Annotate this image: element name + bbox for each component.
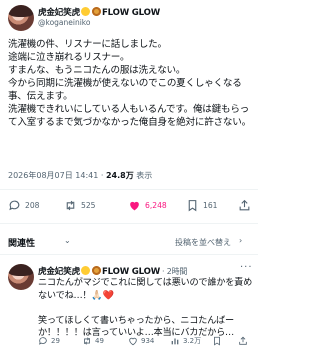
post-text: 洗濯機の件、リスナーに話しました。 途端に泣き崩れるリスナー。 すまんな、もうニ… bbox=[8, 39, 251, 128]
reply-share-button[interactable] bbox=[238, 335, 251, 347]
avatar[interactable] bbox=[8, 5, 34, 31]
reply-time[interactable]: · 2時間 bbox=[162, 267, 187, 276]
reply-button[interactable]: 208 bbox=[8, 197, 40, 213]
reply-like-button[interactable]: 934 bbox=[128, 335, 154, 347]
bookmark-button[interactable]: 161 bbox=[186, 197, 218, 213]
reply-count: 208 bbox=[25, 200, 40, 210]
reply-actions: 29 49 934 3.2万 bbox=[0, 335, 258, 347]
reply-text: ニコたんがマジでこれに関しては悪いので誰かを責めないでね…！🙏🏻❤️ 笑ってほし… bbox=[38, 277, 253, 338]
bookmark-icon bbox=[214, 336, 220, 346]
reply-like-count: 934 bbox=[141, 337, 155, 345]
reply-repost-button[interactable]: 49 bbox=[82, 335, 104, 347]
repost-count: 525 bbox=[81, 200, 96, 210]
bookmark-count: 161 bbox=[203, 200, 218, 210]
reply-reply-button[interactable]: 29 bbox=[38, 335, 60, 347]
reply-display-name-suffix: FLOW GLOW bbox=[101, 267, 161, 277]
reply-icon bbox=[39, 337, 47, 345]
display-name[interactable]: 虎金妃笑虎 FLOW GLOW bbox=[38, 6, 160, 18]
share-icon bbox=[239, 199, 250, 210]
reply-bookmark-button[interactable] bbox=[212, 335, 225, 347]
view-count: 24.8万 bbox=[105, 171, 134, 180]
view-label: 表示 bbox=[136, 171, 153, 180]
repost-icon bbox=[84, 337, 90, 345]
reply-views-button[interactable]: 3.2万 bbox=[170, 335, 201, 347]
repost-button[interactable]: 525 bbox=[64, 197, 96, 213]
reply-views-count: 3.2万 bbox=[183, 337, 202, 345]
user-handle[interactable]: @koganeiniko bbox=[38, 18, 90, 27]
meta-separator: · bbox=[100, 171, 104, 180]
smile-emoji-icon bbox=[80, 266, 90, 275]
post-timestamp[interactable]: 2026年08月07日 14:41 bbox=[8, 171, 98, 180]
sort-posts-link[interactable]: 投稿を並べ替え bbox=[175, 237, 231, 248]
divider bbox=[0, 189, 258, 190]
post-meta: 2026年08月07日 14:41 · 24.8万 表示 bbox=[8, 170, 152, 181]
reply-repost-count: 49 bbox=[95, 337, 104, 345]
more-icon[interactable]: ··· bbox=[240, 262, 253, 273]
post-actions: 208 525 6,248 161 bbox=[0, 197, 258, 213]
lion-emoji-icon bbox=[91, 266, 101, 275]
smile-emoji-icon bbox=[80, 7, 90, 16]
reply-icon bbox=[9, 200, 20, 210]
views-icon bbox=[171, 338, 179, 345]
display-name-suffix: FLOW GLOW bbox=[101, 8, 161, 18]
display-name-text: 虎金妃笑虎 bbox=[38, 8, 80, 18]
share-icon bbox=[239, 336, 247, 345]
reply-reply-count: 29 bbox=[51, 337, 60, 345]
heart-icon bbox=[130, 201, 139, 210]
divider bbox=[0, 223, 258, 224]
reply-avatar[interactable] bbox=[8, 264, 34, 290]
chevron-right-icon[interactable]: › bbox=[239, 236, 242, 245]
chevron-down-icon[interactable]: ⌄ bbox=[64, 236, 71, 245]
heart-icon bbox=[129, 337, 137, 346]
repost-icon bbox=[66, 200, 75, 210]
bookmark-icon bbox=[188, 199, 197, 211]
lion-emoji-icon bbox=[91, 7, 101, 16]
sort-relevance-dropdown[interactable]: 関連性 bbox=[8, 236, 35, 249]
reply-display-name-text: 虎金妃笑虎 bbox=[38, 267, 80, 277]
divider bbox=[0, 254, 258, 255]
like-button[interactable]: 6,248 bbox=[128, 197, 167, 213]
share-button[interactable] bbox=[238, 197, 255, 213]
like-count: 6,248 bbox=[145, 200, 167, 210]
reply-display-name[interactable]: 虎金妃笑虎 FLOW GLOW · 2時間 bbox=[38, 265, 187, 277]
